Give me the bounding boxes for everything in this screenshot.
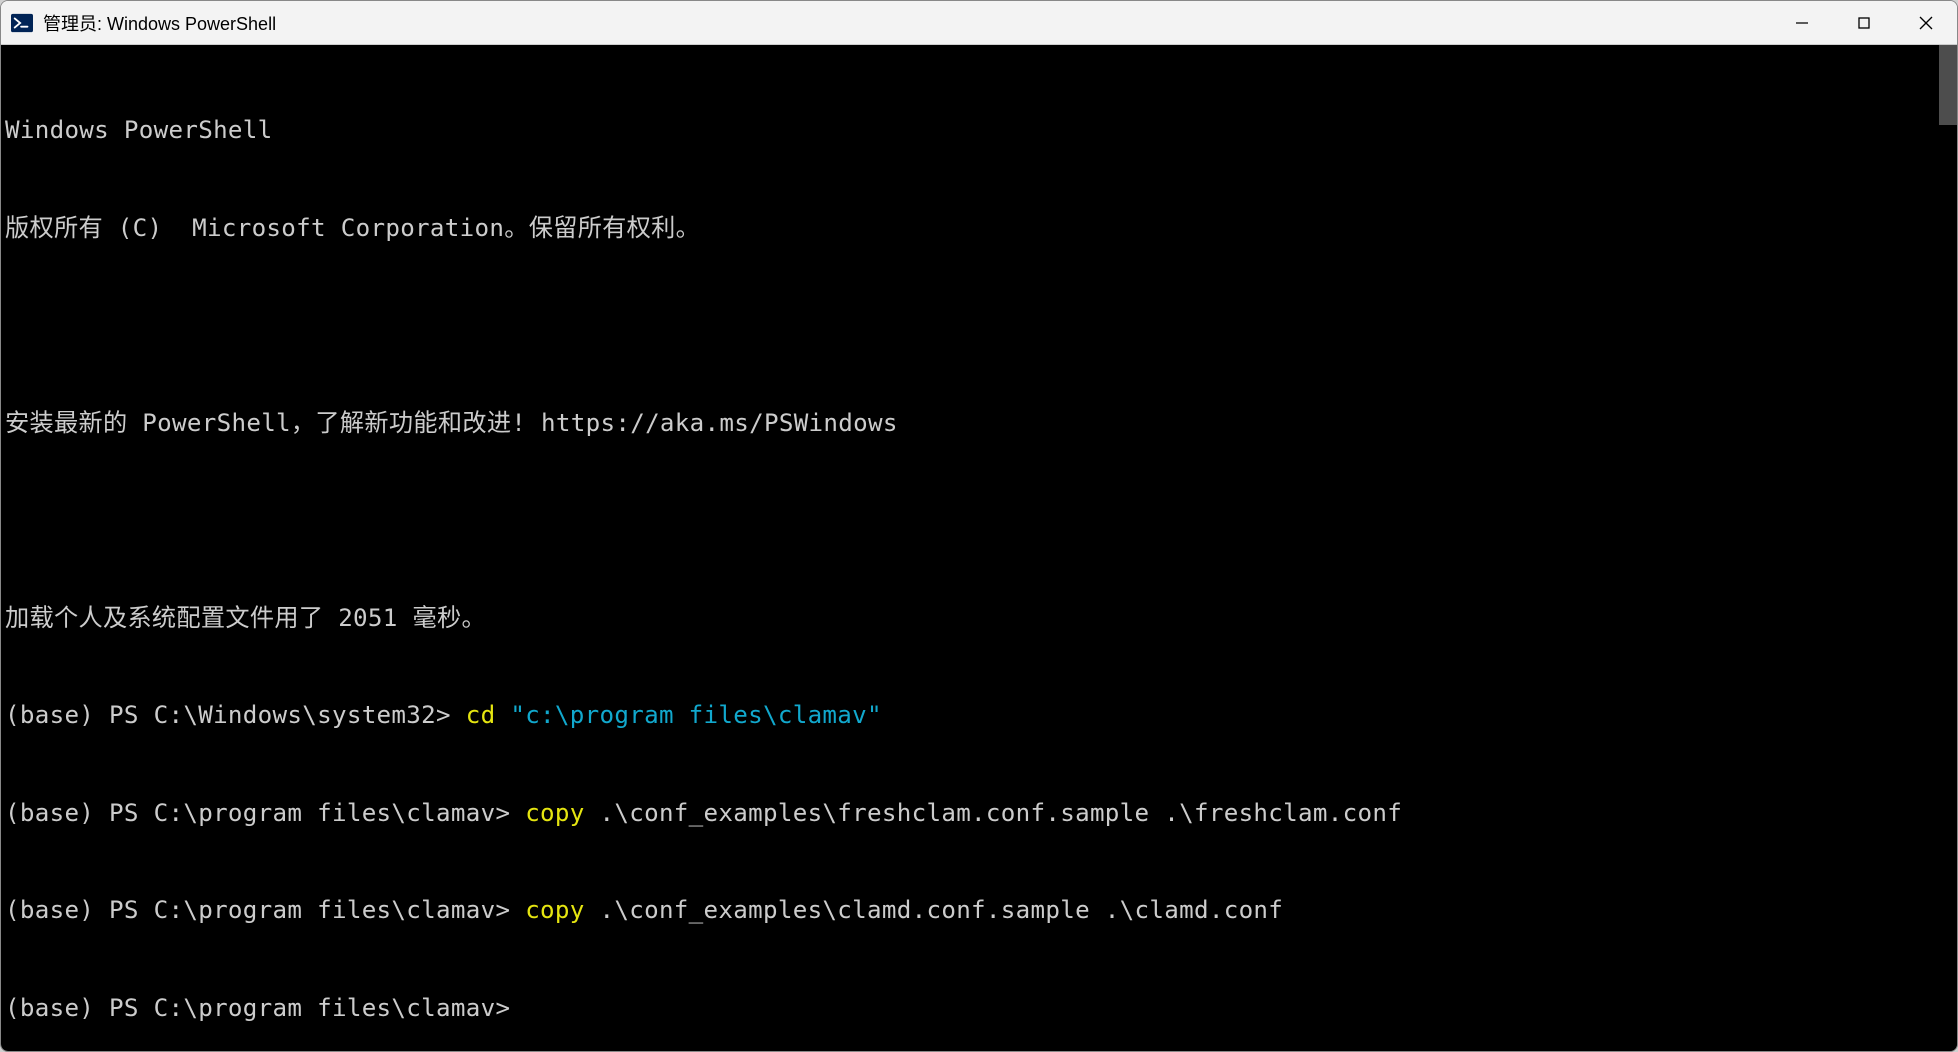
terminal-line: (base) PS C:\program files\clamav> <box>5 992 1957 1025</box>
prompt: (base) PS C:\Windows\system32> <box>5 701 466 729</box>
terminal-content: Windows PowerShell 版权所有 (C) Microsoft Co… <box>1 45 1957 1051</box>
terminal-line <box>5 309 1957 342</box>
prompt: (base) PS C:\program files\clamav> <box>5 896 525 924</box>
terminal-line: Windows PowerShell <box>5 114 1957 147</box>
terminal-area[interactable]: Windows PowerShell 版权所有 (C) Microsoft Co… <box>1 45 1957 1051</box>
terminal-line: 版权所有 (C) Microsoft Corporation。保留所有权利。 <box>5 212 1957 245</box>
command-arg: .\conf_examples\clamd.conf.sample .\clam… <box>600 896 1284 924</box>
prompt: (base) PS C:\program files\clamav> <box>5 799 525 827</box>
command: copy <box>525 896 599 924</box>
powershell-window: 管理员: Windows PowerShell Windows PowerShe… <box>0 0 1958 1052</box>
terminal-line: (base) PS C:\Windows\system32> cd "c:\pr… <box>5 699 1957 732</box>
terminal-line <box>5 504 1957 537</box>
prompt: (base) PS C:\program files\clamav> <box>5 994 525 1022</box>
minimize-button[interactable] <box>1771 1 1833 44</box>
terminal-line: 安装最新的 PowerShell，了解新功能和改进! https://aka.m… <box>5 407 1957 440</box>
terminal-line: 加载个人及系统配置文件用了 2051 毫秒。 <box>5 602 1957 635</box>
powershell-icon <box>11 12 33 34</box>
window-controls <box>1771 1 1957 44</box>
command-arg: "c:\program files\clamav" <box>510 701 882 729</box>
command: cd <box>466 701 511 729</box>
window-title: 管理员: Windows PowerShell <box>43 10 1771 36</box>
scrollbar-thumb[interactable] <box>1939 45 1957 125</box>
command: copy <box>525 799 599 827</box>
command-arg: .\conf_examples\freshclam.conf.sample .\… <box>600 799 1403 827</box>
scrollbar[interactable] <box>1939 45 1957 1051</box>
maximize-button[interactable] <box>1833 1 1895 44</box>
terminal-line: (base) PS C:\program files\clamav> copy … <box>5 894 1957 927</box>
close-button[interactable] <box>1895 1 1957 44</box>
titlebar[interactable]: 管理员: Windows PowerShell <box>1 1 1957 45</box>
terminal-line: (base) PS C:\program files\clamav> copy … <box>5 797 1957 830</box>
